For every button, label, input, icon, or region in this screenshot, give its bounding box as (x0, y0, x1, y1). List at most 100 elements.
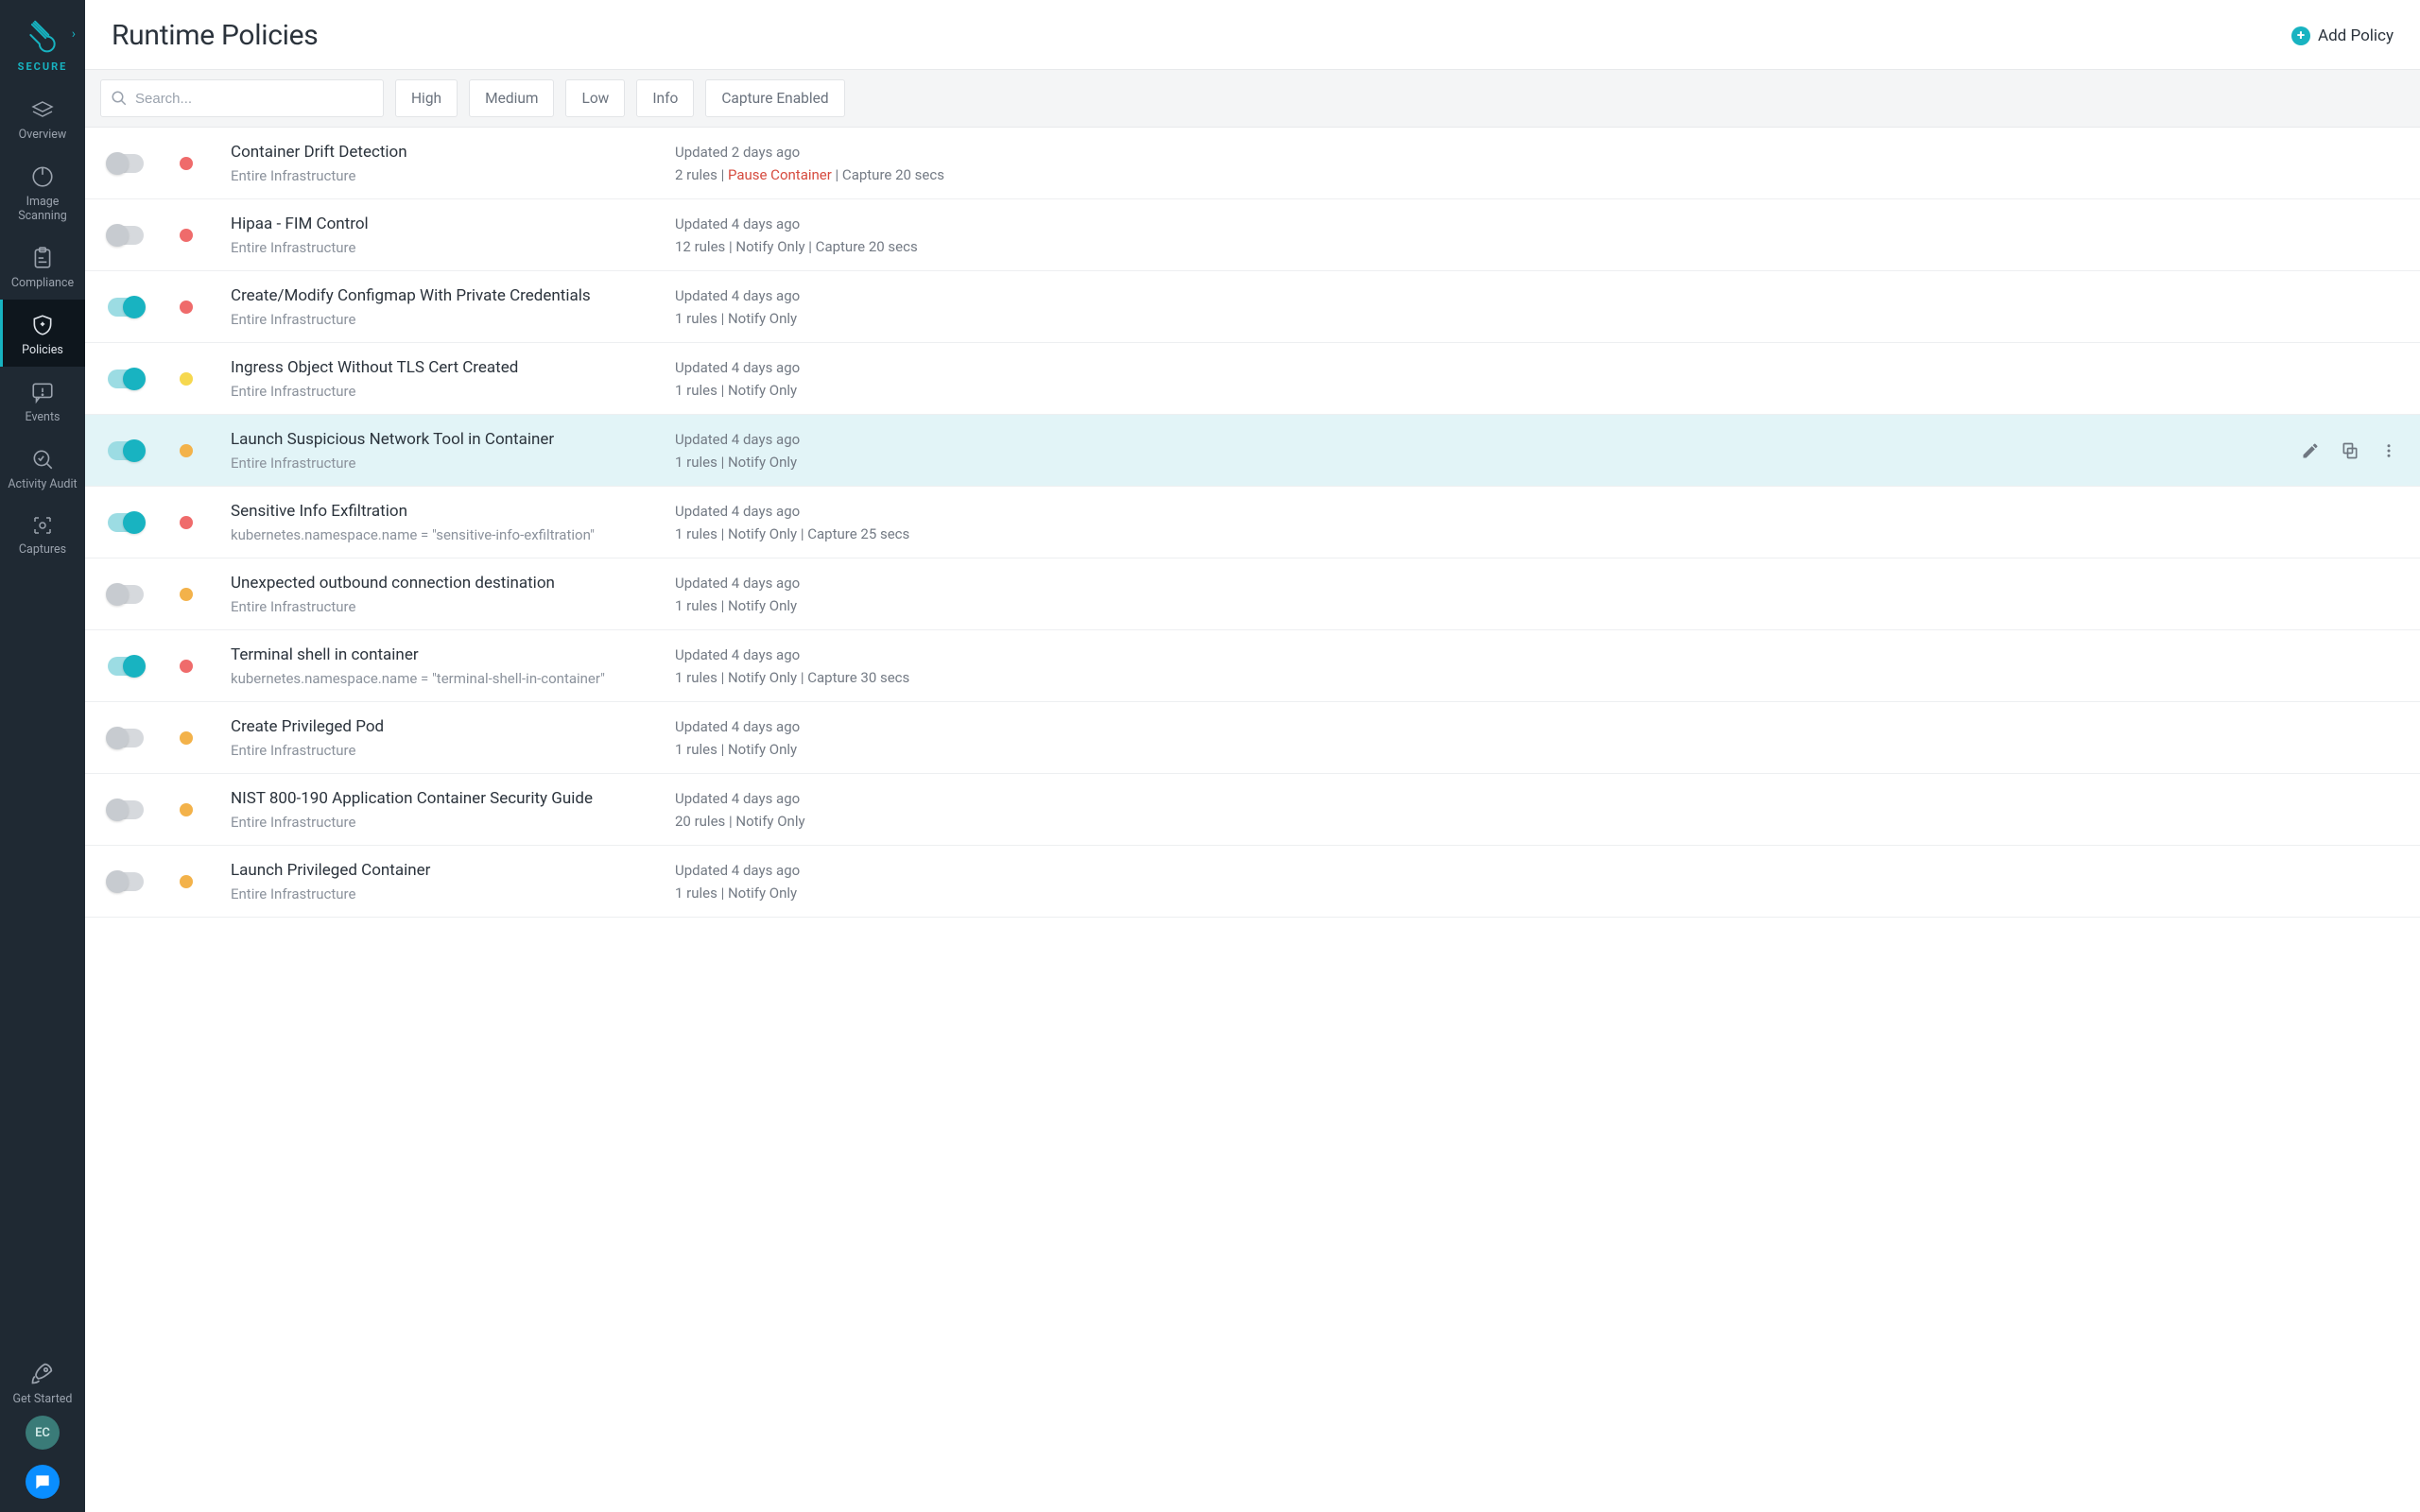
policy-updated: Updated 4 days ago (675, 359, 2273, 376)
policy-row[interactable]: Sensitive Info Exfiltration kubernetes.na… (85, 487, 2420, 558)
policy-name: NIST 800-190 Application Container Secur… (231, 789, 656, 808)
severity-indicator (180, 731, 193, 745)
brand-expand-icon[interactable]: › (72, 26, 76, 42)
sidebar-item-image-scanning[interactable]: Image Scanning (0, 151, 85, 232)
more-icon[interactable] (2380, 441, 2397, 460)
filter-capture-enabled[interactable]: Capture Enabled (705, 79, 844, 117)
policy-name: Create Privileged Pod (231, 717, 656, 736)
policy-updated: Updated 4 days ago (675, 575, 2273, 592)
policy-updated: Updated 4 days ago (675, 215, 2273, 232)
sidebar-label: Compliance (11, 276, 74, 290)
sidebar-label: Get Started (13, 1392, 73, 1406)
intercom-chat-button[interactable] (26, 1465, 60, 1499)
enable-toggle[interactable] (108, 800, 144, 819)
edit-icon[interactable] (2301, 441, 2320, 460)
sysdig-logo-icon (25, 17, 60, 53)
policy-scope: Entire Infrastructure (231, 742, 656, 759)
policy-row[interactable]: Container Drift DetectionEntire Infrastr… (85, 128, 2420, 199)
page-title: Runtime Policies (112, 19, 318, 52)
plus-icon: + (2291, 26, 2310, 45)
enable-toggle[interactable] (108, 226, 144, 245)
policy-details: 1 rules | Notify Only (675, 454, 2273, 471)
severity-indicator (180, 516, 193, 529)
policy-row[interactable]: Create/Modify Configmap With Private Cre… (85, 271, 2420, 343)
add-policy-button[interactable]: + Add Policy (2291, 26, 2394, 45)
policy-details: 2 rules | Pause Container | Capture 20 s… (675, 166, 2273, 183)
severity-indicator (180, 803, 193, 816)
sidebar-item-events[interactable]: Events (0, 367, 85, 434)
policy-updated: Updated 4 days ago (675, 503, 2273, 520)
shield-icon (30, 313, 55, 337)
enable-toggle[interactable] (108, 441, 144, 460)
filter-label: High (411, 90, 441, 107)
main: Runtime Policies + Add Policy High Mediu… (85, 0, 2420, 1512)
sidebar-item-policies[interactable]: Policies (0, 300, 85, 367)
sidebar-label: Events (26, 410, 60, 424)
search-input[interactable] (135, 91, 373, 107)
search-wrap[interactable] (100, 79, 384, 117)
clipboard-icon (30, 246, 55, 270)
policy-name: Sensitive Info Exfiltration (231, 502, 656, 521)
alert-chat-icon (29, 380, 56, 404)
enable-toggle[interactable] (108, 585, 144, 604)
severity-indicator (180, 372, 193, 386)
policy-scope: kubernetes.namespace.name = "terminal-sh… (231, 670, 656, 687)
enable-toggle[interactable] (108, 729, 144, 747)
policy-row[interactable]: Ingress Object Without TLS Cert Created E… (85, 343, 2420, 415)
policy-list[interactable]: Container Drift DetectionEntire Infrastr… (85, 128, 2420, 1512)
policy-details: 1 rules | Notify Only | Capture 25 secs (675, 525, 2273, 542)
policy-scope: kubernetes.namespace.name = "sensitive-i… (231, 526, 656, 543)
rocket-icon (29, 1360, 56, 1386)
policy-updated: Updated 4 days ago (675, 862, 2273, 879)
enable-toggle[interactable] (108, 657, 144, 676)
brand[interactable]: › SECURE (0, 0, 85, 86)
severity-indicator (180, 588, 193, 601)
severity-indicator (180, 875, 193, 888)
sidebar-item-compliance[interactable]: Compliance (0, 232, 85, 300)
policy-row[interactable]: Hipaa - FIM ControlEntire Infrastructure… (85, 199, 2420, 271)
sidebar: › SECURE Overview Image Scanning Comp (0, 0, 85, 1512)
policy-scope: Entire Infrastructure (231, 383, 656, 400)
page-header: Runtime Policies + Add Policy (85, 0, 2420, 69)
enable-toggle[interactable] (108, 513, 144, 532)
copy-icon[interactable] (2341, 441, 2360, 460)
filter-medium[interactable]: Medium (469, 79, 554, 117)
avatar-initials: EC (35, 1426, 50, 1440)
enable-toggle[interactable] (108, 872, 144, 891)
policy-name: Hipaa - FIM Control (231, 215, 656, 233)
policy-row[interactable]: NIST 800-190 Application Container Secur… (85, 774, 2420, 846)
brand-label: SECURE (18, 60, 68, 73)
add-policy-label: Add Policy (2318, 26, 2394, 45)
policy-name: Launch Suspicious Network Tool in Contai… (231, 430, 656, 449)
policy-row[interactable]: Launch Suspicious Network Tool in Contai… (85, 415, 2420, 487)
policy-row[interactable]: Terminal shell in containerkubernetes.na… (85, 630, 2420, 702)
policy-row[interactable]: Unexpected outbound connection destinati… (85, 558, 2420, 630)
chat-icon (33, 1472, 52, 1491)
sidebar-item-activity-audit[interactable]: Activity Audit (0, 434, 85, 501)
policy-row[interactable]: Launch Privileged ContainerEntire Infras… (85, 846, 2420, 918)
sidebar-item-overview[interactable]: Overview (0, 86, 85, 151)
avatar[interactable]: EC (26, 1416, 60, 1450)
severity-indicator (180, 301, 193, 314)
policy-scope: Entire Infrastructure (231, 311, 656, 328)
sidebar-label: Image Scanning (18, 195, 67, 223)
filter-info[interactable]: Info (636, 79, 694, 117)
policy-scope: Entire Infrastructure (231, 167, 656, 184)
enable-toggle[interactable] (108, 369, 144, 388)
filter-high[interactable]: High (395, 79, 458, 117)
enable-toggle[interactable] (108, 154, 144, 173)
enable-toggle[interactable] (108, 298, 144, 317)
severity-indicator (180, 444, 193, 457)
policy-scope: Entire Infrastructure (231, 814, 656, 831)
sidebar-item-captures[interactable]: Captures (0, 501, 85, 566)
policy-details: 1 rules | Notify Only (675, 382, 2273, 399)
sidebar-item-get-started[interactable]: Get Started (9, 1347, 77, 1416)
policy-name: Ingress Object Without TLS Cert Created (231, 358, 656, 377)
policy-row[interactable]: Create Privileged Pod Entire Infrastructu… (85, 702, 2420, 774)
filter-low[interactable]: Low (565, 79, 625, 117)
severity-indicator (180, 157, 193, 170)
sidebar-label: Captures (19, 542, 66, 557)
policy-scope: Entire Infrastructure (231, 598, 656, 615)
sidebar-label: Overview (19, 128, 67, 142)
policy-updated: Updated 4 days ago (675, 718, 2273, 735)
